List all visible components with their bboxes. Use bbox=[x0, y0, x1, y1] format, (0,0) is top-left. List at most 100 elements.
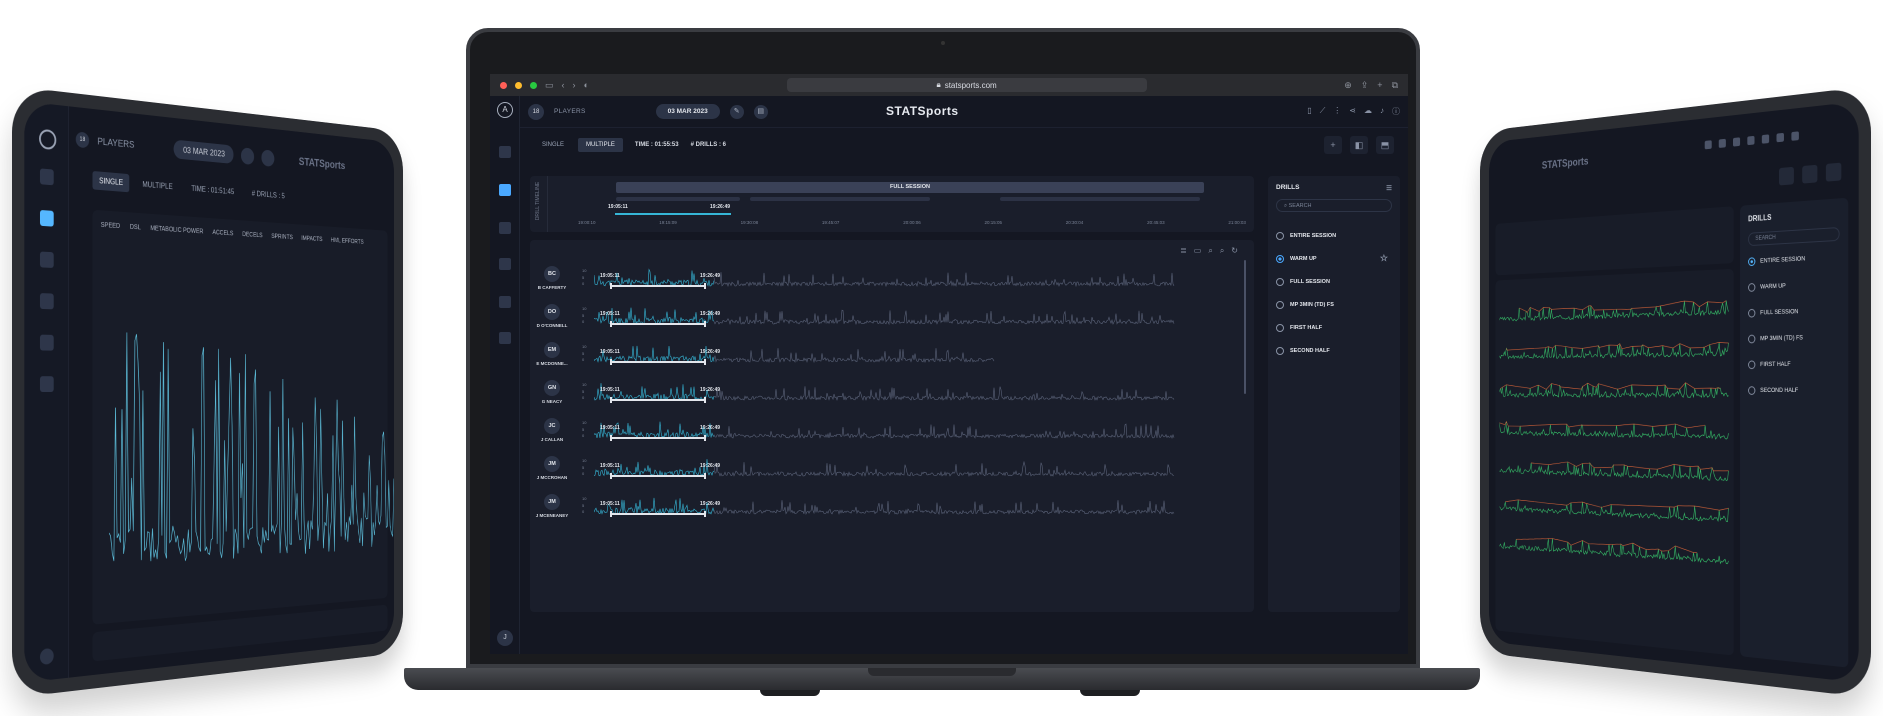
player-avatar[interactable]: GN bbox=[544, 380, 560, 396]
drill-item-second-half[interactable]: SECOND HALF bbox=[1276, 339, 1392, 362]
drill-item-first-half[interactable]: FIRST HALF bbox=[1276, 316, 1392, 339]
reset-icon[interactable]: ↻ bbox=[1231, 246, 1238, 256]
add-icon[interactable]: + bbox=[1324, 136, 1342, 154]
timeline-selection[interactable] bbox=[615, 213, 731, 215]
filter-icon[interactable]: ☰ bbox=[1386, 184, 1392, 192]
address-bar[interactable]: 🔒︎ statsports.com bbox=[786, 78, 1147, 92]
export-icon[interactable]: ⬒ bbox=[1376, 136, 1394, 154]
users-icon[interactable] bbox=[39, 293, 54, 310]
drill-item[interactable]: ENTIRE SESSION bbox=[1748, 253, 1839, 267]
export-icon[interactable] bbox=[1825, 162, 1842, 182]
tab-multiple[interactable]: MULTIPLE bbox=[578, 138, 623, 152]
zoom-in-icon[interactable]: ⌕ bbox=[1208, 246, 1212, 256]
maximize-window-icon[interactable] bbox=[530, 81, 537, 89]
tab-single[interactable]: SINGLE bbox=[92, 170, 130, 193]
calendar-icon[interactable] bbox=[39, 334, 54, 351]
new-tab-icon[interactable]: + bbox=[1377, 80, 1382, 91]
star-icon[interactable]: ☆ bbox=[1380, 253, 1388, 264]
forward-icon[interactable]: › bbox=[573, 80, 576, 90]
pencil-icon[interactable] bbox=[241, 147, 255, 166]
player-row[interactable]: JC J CALLAN 10 5 0 19:05:11 19:26:49 bbox=[530, 418, 1254, 456]
player-avatar[interactable]: DO bbox=[544, 304, 560, 320]
drills-search[interactable]: SEARCH bbox=[1748, 226, 1840, 247]
zoom-out-icon[interactable]: ⌕ bbox=[1220, 246, 1224, 256]
document-icon[interactable]: ▯ bbox=[1307, 106, 1311, 117]
report-icon[interactable] bbox=[261, 149, 275, 167]
players-count-badge[interactable]: 18 bbox=[528, 103, 544, 120]
more-icon[interactable]: ⋮ bbox=[1333, 106, 1341, 117]
drill-item[interactable]: WARM UP bbox=[1748, 279, 1839, 292]
bell-icon[interactable] bbox=[1776, 132, 1784, 143]
compare-icon[interactable] bbox=[1802, 164, 1818, 184]
drill-timeline[interactable]: DRILL TIMELINE FULL SESSION 19:05:11 19:… bbox=[530, 176, 1254, 232]
timeline-drill-bar[interactable] bbox=[750, 197, 930, 201]
player-avatar[interactable]: JM bbox=[544, 456, 560, 472]
download-icon[interactable] bbox=[499, 222, 511, 234]
compare-icon[interactable]: ◧ bbox=[1350, 136, 1368, 154]
add-icon[interactable] bbox=[1778, 166, 1794, 186]
drill-item-entire-session[interactable]: ENTIRE SESSION bbox=[1276, 224, 1392, 247]
selection-bracket[interactable] bbox=[610, 283, 706, 289]
cloud-icon[interactable]: ☁ bbox=[1364, 106, 1372, 117]
share-icon[interactable] bbox=[1747, 135, 1755, 146]
grid-icon[interactable] bbox=[39, 168, 54, 186]
gear-icon[interactable] bbox=[499, 332, 511, 344]
legend-decels[interactable]: DECELS bbox=[242, 231, 262, 239]
tab-single[interactable]: SINGLE bbox=[534, 138, 572, 152]
trend-icon[interactable]: ⟋ bbox=[1320, 106, 1326, 117]
full-session-bar[interactable]: FULL SESSION bbox=[616, 182, 1204, 193]
player-row[interactable]: JM J MCCROHAN 10 5 0 19:05:11 19:26:49 bbox=[530, 456, 1254, 494]
selection-bracket[interactable] bbox=[610, 321, 706, 327]
selection-bracket[interactable] bbox=[610, 397, 706, 403]
users-icon[interactable] bbox=[499, 258, 511, 270]
players-count-badge[interactable]: 18 bbox=[75, 131, 90, 149]
sidebar-toggle-icon[interactable]: ▭ bbox=[545, 80, 554, 91]
date-pill[interactable]: 03 MAR 2023 bbox=[173, 139, 234, 164]
player-row[interactable]: GN G NEACY 10 5 0 19:05:11 19:26:49 bbox=[530, 380, 1254, 418]
legend-sprints[interactable]: SPRINTS bbox=[271, 233, 293, 241]
timeline-drill-bar[interactable] bbox=[616, 197, 740, 201]
drill-item-mp-3min[interactable]: MP 3MIN (TD) FS bbox=[1276, 293, 1392, 316]
shield-icon[interactable]: ◐ bbox=[584, 80, 589, 90]
right-tablet-timeline[interactable] bbox=[1495, 206, 1734, 276]
selection-bracket[interactable] bbox=[610, 511, 706, 517]
bell-icon[interactable]: ♪ bbox=[1380, 106, 1384, 117]
drill-item[interactable]: MP 3MIN (TD) FS bbox=[1748, 333, 1839, 344]
more-icon[interactable] bbox=[1732, 137, 1741, 147]
player-avatar[interactable]: EM bbox=[544, 342, 560, 358]
close-window-icon[interactable] bbox=[500, 81, 507, 89]
tabs-overview-icon[interactable]: ⧉ bbox=[1392, 80, 1398, 91]
legend-speed[interactable]: SPEED bbox=[101, 222, 120, 230]
user-avatar[interactable]: J bbox=[497, 630, 513, 646]
legend-accels[interactable]: ACCELS bbox=[212, 229, 233, 237]
player-row[interactable]: JM J MCENEANEY 10 5 0 19:05:11 19:26:49 bbox=[530, 494, 1254, 532]
report-icon[interactable]: ▤ bbox=[753, 104, 768, 119]
selection-bracket[interactable] bbox=[610, 435, 706, 441]
drill-item[interactable]: SECOND HALF bbox=[1748, 386, 1839, 395]
selection-bracket[interactable] bbox=[610, 359, 706, 365]
download-icon[interactable] bbox=[39, 251, 54, 268]
minimize-window-icon[interactable] bbox=[515, 81, 522, 89]
pencil-icon[interactable]: ✎ bbox=[729, 104, 744, 119]
cloud-icon[interactable] bbox=[1761, 134, 1770, 144]
drills-search-input[interactable]: ⌕ SEARCH bbox=[1276, 199, 1392, 212]
app-logo-icon[interactable]: A bbox=[497, 102, 513, 118]
player-avatar[interactable]: JC bbox=[544, 418, 560, 434]
drill-item-full-session[interactable]: FULL SESSION bbox=[1276, 270, 1392, 293]
timeline-drill-bar[interactable] bbox=[1000, 197, 1200, 201]
download-icon[interactable]: ⊕ bbox=[1344, 80, 1352, 91]
players-label[interactable]: PLAYERS bbox=[554, 108, 586, 115]
player-row[interactable]: BC B CAFFERTY 10 5 0 19:05:11 19:26:49 bbox=[530, 266, 1254, 304]
player-avatar[interactable]: BC bbox=[544, 266, 560, 282]
share-icon[interactable]: ⇪ bbox=[1361, 80, 1369, 91]
trend-icon[interactable] bbox=[1718, 138, 1726, 148]
chart-icon[interactable] bbox=[499, 184, 511, 196]
info-icon[interactable]: ⓘ bbox=[1392, 106, 1400, 117]
select-box-icon[interactable]: ▭ bbox=[1194, 246, 1202, 256]
gear-icon[interactable] bbox=[39, 376, 54, 392]
drill-item[interactable]: FULL SESSION bbox=[1748, 306, 1839, 318]
player-avatar[interactable]: JM bbox=[544, 494, 560, 510]
chart-icon[interactable] bbox=[39, 209, 54, 227]
legend-dsl[interactable]: DSL bbox=[130, 224, 141, 231]
list-icon[interactable]: ≣ bbox=[1180, 246, 1187, 256]
